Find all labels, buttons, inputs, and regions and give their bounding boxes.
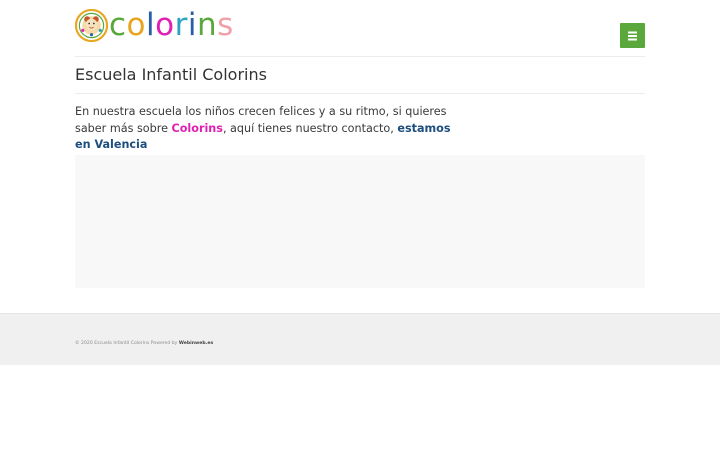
logo-wordmark: colorins — [109, 8, 234, 42]
page-title: Escuela Infantil Colorins — [75, 63, 645, 94]
intro-paragraph: En nuestra escuela los niños crecen feli… — [75, 104, 455, 154]
site-header: colorins — [75, 0, 645, 57]
powered-by-link[interactable]: Webinweb.es — [179, 341, 213, 346]
kindergarten-emblem-icon — [75, 8, 108, 42]
logo-letter: o — [155, 7, 175, 43]
logo-letter: c — [109, 7, 127, 43]
logo-letter: r — [174, 7, 188, 43]
hamburger-menu-icon — [628, 31, 637, 40]
footer-copyright: © 2020 Escuela Infantil Colorins Powered… — [75, 341, 213, 346]
logo-letter: l — [146, 7, 156, 43]
logo-letter: o — [126, 7, 147, 43]
footer-copyright-text: © 2020 Escuela Infantil Colorins Powered… — [75, 341, 179, 346]
site-footer: © 2020 Escuela Infantil Colorins Powered… — [0, 313, 720, 365]
logo-letter: n — [196, 7, 218, 43]
intro-text-middle: , aquí tienes nuestro contacto, — [222, 121, 398, 135]
brand-link[interactable]: Colorins — [172, 122, 223, 135]
contact-info-panel — [75, 155, 645, 288]
logo-letter: s — [217, 7, 234, 43]
menu-toggle-button[interactable] — [620, 23, 645, 48]
site-logo-link[interactable]: colorins — [75, 8, 234, 42]
logo-letter: i — [187, 7, 197, 43]
